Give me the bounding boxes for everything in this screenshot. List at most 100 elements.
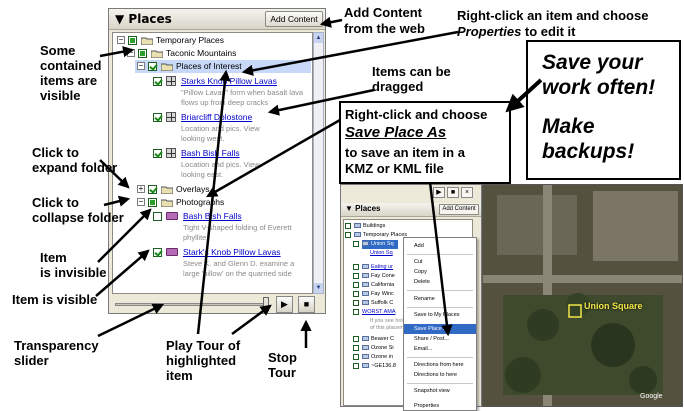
list-item-link[interactable]: Union Sq (370, 250, 393, 256)
visibility-checkbox[interactable] (148, 198, 157, 207)
scroll-down-icon[interactable]: ▼ (314, 283, 323, 293)
tree-item-label: Photographs (176, 197, 225, 207)
place-link[interactable]: Bash Bish Falls (181, 147, 240, 160)
tree-item-photo-starks[interactable]: Stark's Knob Pillow Lavas Steve K. and G… (153, 246, 312, 286)
tree-item-bash-bish[interactable]: Bash Bish Falls Location and pics. View … (153, 147, 312, 181)
menu-item-snapshot-view[interactable]: Snapshot view (404, 386, 476, 396)
play-icon[interactable]: ▶ (433, 187, 445, 198)
places-title: ▼ Places (115, 12, 172, 26)
second-toolbar: ▶ ■ × (341, 185, 481, 199)
visibility-checkbox[interactable] (353, 291, 359, 297)
menu-item-save-to-my-places[interactable]: Save to My Places (404, 310, 476, 320)
list-item-link[interactable]: WORST AMA (362, 309, 396, 315)
visibility-checkbox[interactable] (353, 354, 359, 360)
place-link[interactable]: Stark's Knob Pillow Lavas (183, 246, 281, 259)
list-item[interactable]: Buildings (345, 222, 386, 231)
tree-item-overlays[interactable]: + Overlays (135, 183, 305, 196)
menu-item-email[interactable]: Email... (404, 344, 476, 354)
collapse-toggle[interactable]: − (137, 198, 145, 206)
save-as-line-3: to save an item in a (345, 145, 465, 160)
menu-item-directions-from[interactable]: Directions from here (404, 360, 476, 370)
tree-item-starks-knob[interactable]: Starks Knob Pillow Lavas "Pillow Lavas" … (153, 75, 312, 109)
tree-item-temporary-places[interactable]: − Temporary Places (115, 34, 305, 47)
tree-scrollbar[interactable]: ▲ ▼ (313, 32, 324, 294)
tree-item-taconic[interactable]: − Taconic Mountains (125, 47, 305, 60)
list-item[interactable]: ~GE136.8 (353, 362, 396, 371)
place-link[interactable]: Starks Knob Pillow Lavas (181, 75, 277, 88)
menu-item-save-place-as[interactable]: Save Place As (404, 324, 476, 334)
expand-toggle[interactable]: + (137, 185, 145, 193)
visibility-checkbox[interactable] (153, 149, 162, 158)
menu-item-add[interactable]: Add (404, 241, 476, 251)
visibility-checkbox[interactable] (153, 248, 162, 257)
list-item[interactable]: WORST AMA (353, 308, 396, 317)
tree-item-places-of-interest[interactable]: − Places of Interest (135, 60, 311, 73)
play-tour-button[interactable]: ▶ (276, 296, 293, 313)
places-header[interactable]: ▼ Places Add Content (109, 9, 325, 30)
menu-item-properties[interactable]: Properties (404, 401, 476, 411)
visibility-checkbox[interactable] (353, 336, 359, 342)
second-places-header[interactable]: ▼ Places Add Content (341, 203, 481, 217)
stop-tour-button[interactable]: ■ (298, 296, 315, 313)
visibility-checkbox[interactable] (353, 241, 359, 247)
close-icon[interactable]: × (461, 187, 473, 198)
visibility-checkbox[interactable] (353, 300, 359, 306)
visibility-checkbox[interactable] (153, 212, 162, 221)
visibility-checkbox[interactable] (148, 185, 157, 194)
second-add-content-button[interactable]: Add Content (439, 204, 479, 215)
menu-item-rename[interactable]: Rename (404, 294, 476, 304)
menu-item-copy[interactable]: Copy (404, 267, 476, 277)
visibility-checkbox[interactable] (345, 223, 351, 229)
menu-item-directions-to[interactable]: Directions to here (404, 370, 476, 380)
transparency-slider-thumb[interactable] (263, 297, 269, 311)
list-item-label: Fay Winc (371, 291, 394, 297)
visibility-checkbox[interactable] (138, 49, 147, 58)
add-content-button[interactable]: Add Content (265, 11, 323, 27)
list-item[interactable]: California (353, 281, 394, 290)
folder-icon (354, 223, 361, 229)
visibility-checkbox[interactable] (153, 113, 162, 122)
list-item[interactable]: Temporary Places (345, 231, 407, 240)
satellite-map[interactable] (482, 184, 683, 407)
list-item[interactable]: Fay Cone (353, 272, 395, 281)
transparency-slider[interactable] (115, 303, 265, 306)
scroll-up-icon[interactable]: ▲ (314, 33, 323, 43)
visibility-checkbox[interactable] (353, 273, 359, 279)
tree-item-briarcliff[interactable]: Briarcliff Dolostone Location and pics. … (153, 111, 312, 145)
list-item-label: Suffolk C (371, 300, 394, 306)
visibility-checkbox[interactable] (353, 345, 359, 351)
visibility-checkbox[interactable] (353, 309, 359, 315)
list-item[interactable]: Ozone in (353, 353, 393, 362)
callout-right-click-2: Properties to edit it (457, 24, 575, 39)
menu-separator (407, 383, 473, 384)
stop-icon[interactable]: ■ (447, 187, 459, 198)
list-item-link[interactable]: Eating ur (371, 264, 393, 270)
collapse-toggle[interactable]: − (137, 62, 145, 70)
menu-item-share-post[interactable]: Share / Post... (404, 334, 476, 344)
tree-item-photographs[interactable]: − Photographs (135, 196, 305, 209)
list-item[interactable]: Beaver C (353, 335, 394, 344)
list-item[interactable]: Union Sq (370, 249, 393, 258)
list-item-label: Buildings (363, 223, 386, 229)
folder-icon (362, 241, 369, 247)
list-item-selected[interactable]: Union Sq (353, 240, 398, 249)
visibility-checkbox[interactable] (148, 62, 157, 71)
menu-item-cut[interactable]: Cut (404, 257, 476, 267)
list-item[interactable]: Fay Winc (353, 290, 394, 299)
visibility-checkbox[interactable] (128, 36, 137, 45)
visibility-checkbox[interactable] (345, 232, 351, 238)
place-description: Steve K. and Glenn D. examine a large 'p… (183, 259, 295, 278)
visibility-checkbox[interactable] (153, 77, 162, 86)
visibility-checkbox[interactable] (353, 363, 359, 369)
collapse-toggle[interactable]: − (117, 36, 125, 44)
list-item[interactable]: Ozone Si (353, 344, 394, 353)
tree-item-photo-bash-bish[interactable]: Bash Bish Falls Tight V-shaped folding o… (153, 210, 312, 244)
list-item[interactable]: Eating ur (353, 263, 393, 272)
visibility-checkbox[interactable] (353, 282, 359, 288)
list-item[interactable]: Suffolk C (353, 299, 394, 308)
menu-item-delete[interactable]: Delete (404, 277, 476, 287)
place-link[interactable]: Bash Bish Falls (183, 210, 242, 223)
place-link[interactable]: Briarcliff Dolostone (181, 111, 252, 124)
visibility-checkbox[interactable] (353, 264, 359, 270)
collapse-toggle[interactable]: − (127, 49, 135, 57)
